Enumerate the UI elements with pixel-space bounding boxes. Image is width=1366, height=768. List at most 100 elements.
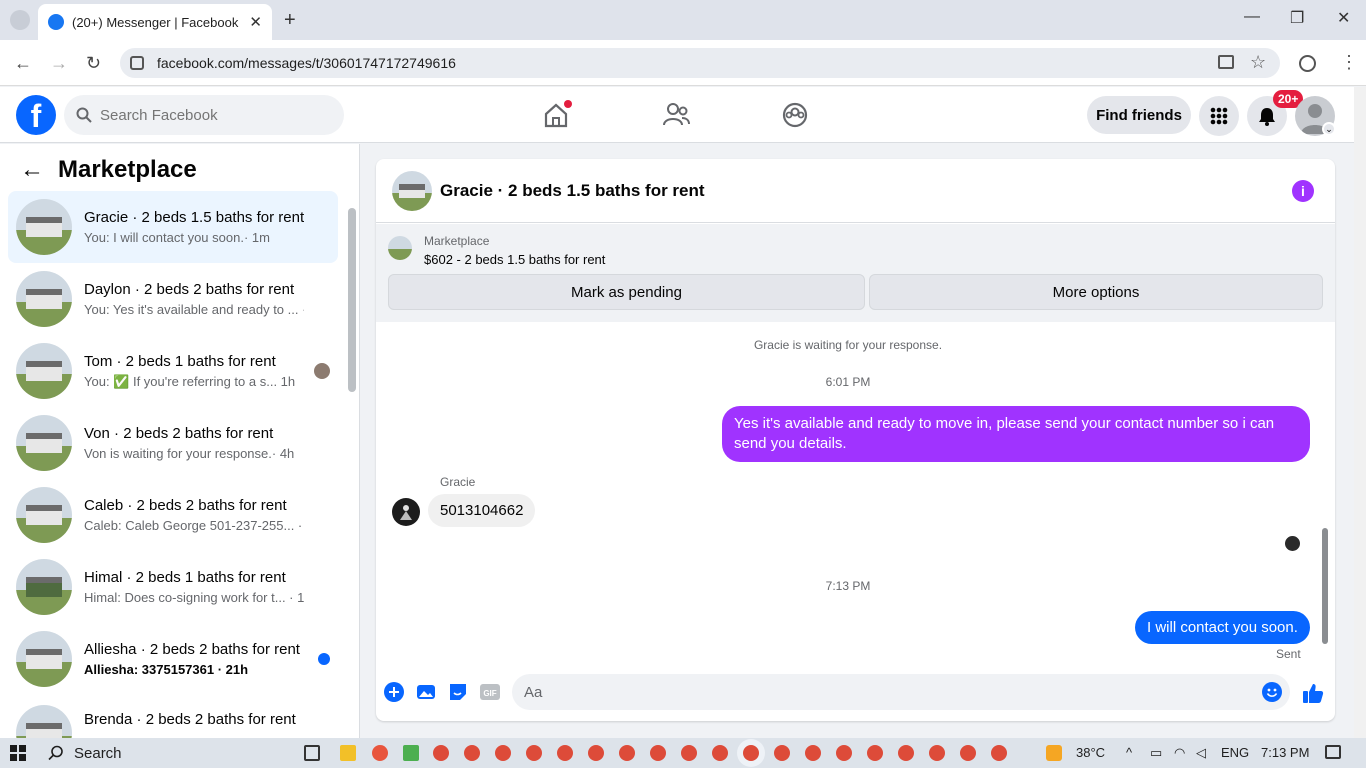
chrome-icon[interactable] [960, 745, 976, 761]
window-close-icon[interactable]: ✕ [1337, 8, 1350, 28]
emoji-icon[interactable] [1262, 682, 1282, 702]
facebook-logo[interactable]: f [16, 95, 56, 135]
wifi-icon[interactable]: ◠ [1174, 745, 1185, 761]
chrome-icon[interactable] [526, 745, 542, 761]
minimize-icon[interactable]: — [1244, 8, 1260, 26]
chrome-icon[interactable] [991, 745, 1007, 761]
facebook-favicon-icon [48, 14, 64, 30]
message-composer[interactable] [512, 674, 1290, 710]
listing-price[interactable]: $602 - 2 beds 1.5 baths for rent [424, 252, 605, 267]
forward-icon[interactable]: → [50, 53, 68, 74]
sidebar-title: Marketplace [58, 156, 197, 183]
chrome-icon[interactable] [495, 745, 511, 761]
sticker-icon[interactable] [448, 682, 468, 702]
conversation-item[interactable]: Caleb · 2 beds 2 baths for rent Caleb: Ca… [8, 479, 338, 551]
sender-avatar[interactable] [392, 498, 420, 526]
chrome-icon[interactable] [836, 745, 852, 761]
more-options-button[interactable]: More options [869, 274, 1323, 310]
conversation-item[interactable]: Daylon · 2 beds 2 baths for rent You: Yes… [8, 263, 338, 335]
new-tab-button[interactable]: + [284, 10, 296, 30]
restore-icon[interactable]: ❐ [1290, 8, 1304, 28]
conversation-item[interactable]: Gracie · 2 beds 1.5 baths for rent You: I… [8, 191, 338, 263]
temperature[interactable]: 38°C [1076, 745, 1105, 760]
mark-as-pending-button[interactable]: Mark as pending [388, 274, 865, 310]
find-friends-button[interactable]: Find friends [1087, 96, 1191, 134]
like-thumb-icon[interactable] [1302, 682, 1324, 704]
tray-chevron-icon[interactable]: ^ [1126, 745, 1132, 760]
tab-search-button[interactable] [10, 10, 30, 30]
back-icon[interactable]: ← [14, 53, 32, 74]
conversation-item[interactable]: Von · 2 beds 2 baths for rent Von is wait… [8, 407, 338, 479]
chrome-icon[interactable] [712, 745, 728, 761]
facebook-search[interactable] [64, 95, 344, 135]
notepad-icon[interactable] [403, 745, 419, 761]
sent-status: Sent [1276, 647, 1301, 661]
site-settings-icon[interactable] [130, 56, 144, 70]
grid-icon [1210, 107, 1228, 125]
browser-menu-icon[interactable]: ⋮ [1340, 52, 1358, 73]
chrome-icon-active[interactable] [743, 745, 759, 761]
browser-tab[interactable]: (20+) Messenger | Facebook ✕ [38, 4, 272, 40]
profile-icon[interactable] [1299, 55, 1316, 72]
seen-avatar [314, 363, 330, 379]
clock[interactable]: 7:13 PM [1261, 745, 1309, 760]
notification-center-icon[interactable] [1325, 745, 1341, 759]
volume-icon[interactable]: ◁ [1196, 745, 1206, 761]
chrome-icon[interactable] [774, 745, 790, 761]
groups-icon[interactable] [778, 98, 812, 132]
chevron-down-icon[interactable]: ⌄ [1322, 122, 1336, 136]
message-input[interactable] [524, 683, 1244, 701]
menu-grid-button[interactable] [1199, 96, 1239, 136]
bookmark-star-icon[interactable]: ☆ [1250, 52, 1266, 73]
gif-icon[interactable]: GIF [480, 682, 500, 702]
search-input[interactable] [100, 106, 320, 124]
chrome-icon[interactable] [867, 745, 883, 761]
chrome-icon[interactable] [650, 745, 666, 761]
timestamp: 7:13 PM [825, 579, 871, 593]
chrome-icon[interactable] [557, 745, 573, 761]
chrome-icon[interactable] [898, 745, 914, 761]
chrome-icon[interactable] [619, 745, 635, 761]
chat-scrollbar[interactable] [1320, 324, 1330, 660]
outgoing-message[interactable]: Yes it's available and ready to move in,… [722, 406, 1310, 462]
chrome-icon[interactable] [464, 745, 480, 761]
conversation-name: Brenda · 2 beds 2 baths for rent [84, 711, 296, 728]
language-indicator[interactable]: ENG [1221, 745, 1249, 760]
back-arrow-icon[interactable]: ← [20, 156, 44, 184]
battery-icon[interactable]: ▭ [1150, 745, 1162, 761]
task-view-icon[interactable] [304, 745, 320, 761]
close-tab-icon[interactable]: ✕ [249, 13, 262, 31]
reload-icon[interactable]: ↻ [86, 53, 101, 74]
page-scrollbar[interactable] [1354, 87, 1366, 738]
sidebar-scrollbar[interactable] [348, 196, 356, 726]
incoming-message[interactable]: 5013104662 [428, 494, 536, 527]
chrome-icon[interactable] [681, 745, 697, 761]
install-app-icon[interactable] [1218, 55, 1234, 69]
chat-header: Gracie · 2 beds 1.5 baths for rent [376, 159, 1335, 223]
chat-title[interactable]: Gracie · 2 beds 1.5 baths for rent [440, 181, 705, 201]
windows-start-icon[interactable] [10, 745, 26, 761]
conversation-item[interactable]: Tom · 2 beds 1 baths for rent You: ✅ If y… [8, 335, 338, 407]
address-bar[interactable]: facebook.com/messages/t/3060174717274961… [120, 48, 1280, 78]
file-explorer-icon[interactable] [340, 745, 356, 761]
conversation-item[interactable]: Himal · 2 beds 1 baths for rent Himal: Do… [8, 551, 338, 623]
outgoing-message[interactable]: I will contact you soon. [1135, 611, 1310, 644]
taskbar-search-label: Search [74, 744, 122, 762]
app-icon[interactable] [372, 745, 388, 761]
photo-icon[interactable] [416, 682, 436, 702]
read-receipt-avatar [1285, 536, 1300, 551]
plus-icon[interactable] [384, 682, 404, 702]
listing-thumbnail [16, 487, 72, 543]
chrome-icon[interactable] [805, 745, 821, 761]
home-notification-dot [564, 100, 572, 108]
chrome-icon[interactable] [929, 745, 945, 761]
weather-icon[interactable] [1046, 745, 1062, 761]
timestamp: 6:01 PM [825, 375, 871, 389]
friends-icon[interactable] [659, 98, 693, 132]
conversation-item[interactable]: Alliesha · 2 beds 2 baths for rent Allies… [8, 623, 338, 695]
chrome-icon[interactable] [433, 745, 449, 761]
info-icon[interactable]: i [1292, 180, 1314, 202]
taskbar-search[interactable]: Search [38, 740, 298, 766]
conversation-item[interactable]: Brenda · 2 beds 2 baths for rent [8, 695, 338, 738]
chrome-icon[interactable] [588, 745, 604, 761]
